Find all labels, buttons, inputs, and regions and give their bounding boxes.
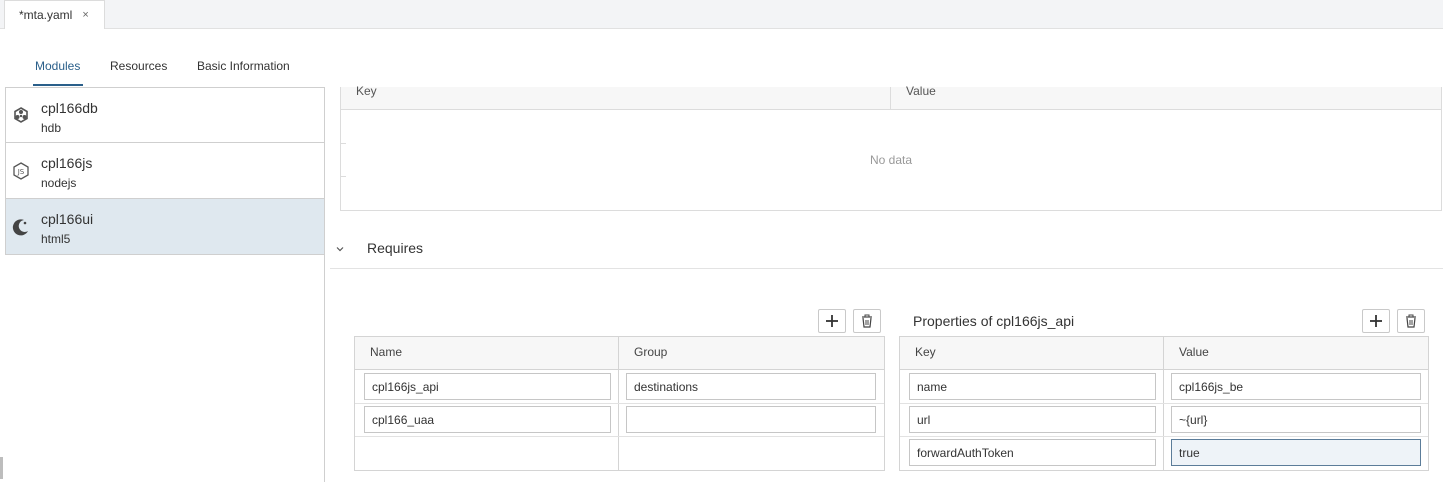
module-item-cpl166db[interactable]: cpl166db hdb xyxy=(5,87,325,143)
module-type: nodejs xyxy=(41,176,77,190)
module-name: cpl166db xyxy=(41,100,98,116)
requires-name-input[interactable] xyxy=(364,373,611,400)
editor-tab-strip: *mta.yaml × xyxy=(0,0,1443,29)
properties-table-header: Key Value xyxy=(900,337,1428,370)
nodejs-icon: JS xyxy=(13,162,29,180)
file-tab-label: *mta.yaml xyxy=(19,8,73,22)
file-tab-mta-yaml[interactable]: *mta.yaml × xyxy=(4,0,105,29)
column-header-name: Name xyxy=(370,345,403,359)
html5-moon-icon xyxy=(12,219,28,236)
chevron-down-icon[interactable] xyxy=(335,244,345,254)
module-item-cpl166js[interactable]: JS cpl166js nodejs xyxy=(5,143,325,199)
plus-icon xyxy=(1370,315,1382,327)
requires-name-input[interactable] xyxy=(364,406,611,433)
property-value-input-focused[interactable] xyxy=(1171,439,1421,466)
requires-group-input[interactable] xyxy=(626,373,876,400)
column-header-key: Key xyxy=(915,345,936,359)
tab-modules[interactable]: Modules xyxy=(35,59,80,73)
row-divider xyxy=(355,403,884,404)
module-type: hdb xyxy=(41,121,62,135)
requires-properties-table: Key Value xyxy=(899,336,1429,471)
tab-basic-information[interactable]: Basic Information xyxy=(197,59,290,73)
plus-icon xyxy=(826,315,838,327)
requires-section-header[interactable]: Requires xyxy=(330,236,1443,269)
close-icon[interactable]: × xyxy=(82,9,88,21)
empty-table-text: No data xyxy=(869,153,913,167)
property-key-input[interactable] xyxy=(909,439,1156,466)
properties-of-title: Properties of cpl166js_api xyxy=(913,313,1075,329)
module-item-cpl166ui[interactable]: cpl166ui html5 xyxy=(5,199,325,255)
properties-table-header: Key Value xyxy=(341,84,1441,110)
add-requires-button[interactable] xyxy=(818,309,846,333)
tab-resources[interactable]: Resources xyxy=(110,59,167,73)
module-name: cpl166js xyxy=(41,155,93,171)
requires-table-header: Name Group xyxy=(355,337,884,370)
svg-text:JS: JS xyxy=(17,168,25,176)
delete-property-button[interactable] xyxy=(1397,309,1425,333)
column-header-value: Value xyxy=(906,84,936,98)
column-header-key: Key xyxy=(356,84,377,98)
requires-section-title: Requires xyxy=(367,240,424,256)
property-key-input[interactable] xyxy=(909,373,1156,400)
column-header-group: Group xyxy=(634,345,668,359)
add-property-button[interactable] xyxy=(1362,309,1390,333)
hdb-cube-icon xyxy=(14,107,28,123)
module-type: html5 xyxy=(41,232,71,246)
property-value-input[interactable] xyxy=(1171,406,1421,433)
row-divider xyxy=(355,436,884,437)
trash-icon xyxy=(1406,314,1416,328)
module-name: cpl166ui xyxy=(41,211,94,227)
row-divider xyxy=(900,436,1428,437)
section-tabs: Modules Resources Basic Information xyxy=(0,29,1443,87)
trash-icon xyxy=(862,314,872,328)
active-tab-indicator xyxy=(33,84,83,86)
panel-resize-handle[interactable] xyxy=(0,457,3,479)
row-divider xyxy=(900,403,1428,404)
requires-group-input[interactable] xyxy=(626,406,876,433)
requires-table: Name Group xyxy=(354,336,885,471)
property-value-input[interactable] xyxy=(1171,373,1421,400)
module-list: cpl166db hdb JS cpl166js nodejs cpl166ui… xyxy=(0,87,325,482)
column-divider xyxy=(890,87,891,110)
column-header-value: Value xyxy=(1179,345,1209,359)
module-properties-table: Key Value No data xyxy=(340,84,1442,211)
delete-requires-button[interactable] xyxy=(853,309,881,333)
property-key-input[interactable] xyxy=(909,406,1156,433)
